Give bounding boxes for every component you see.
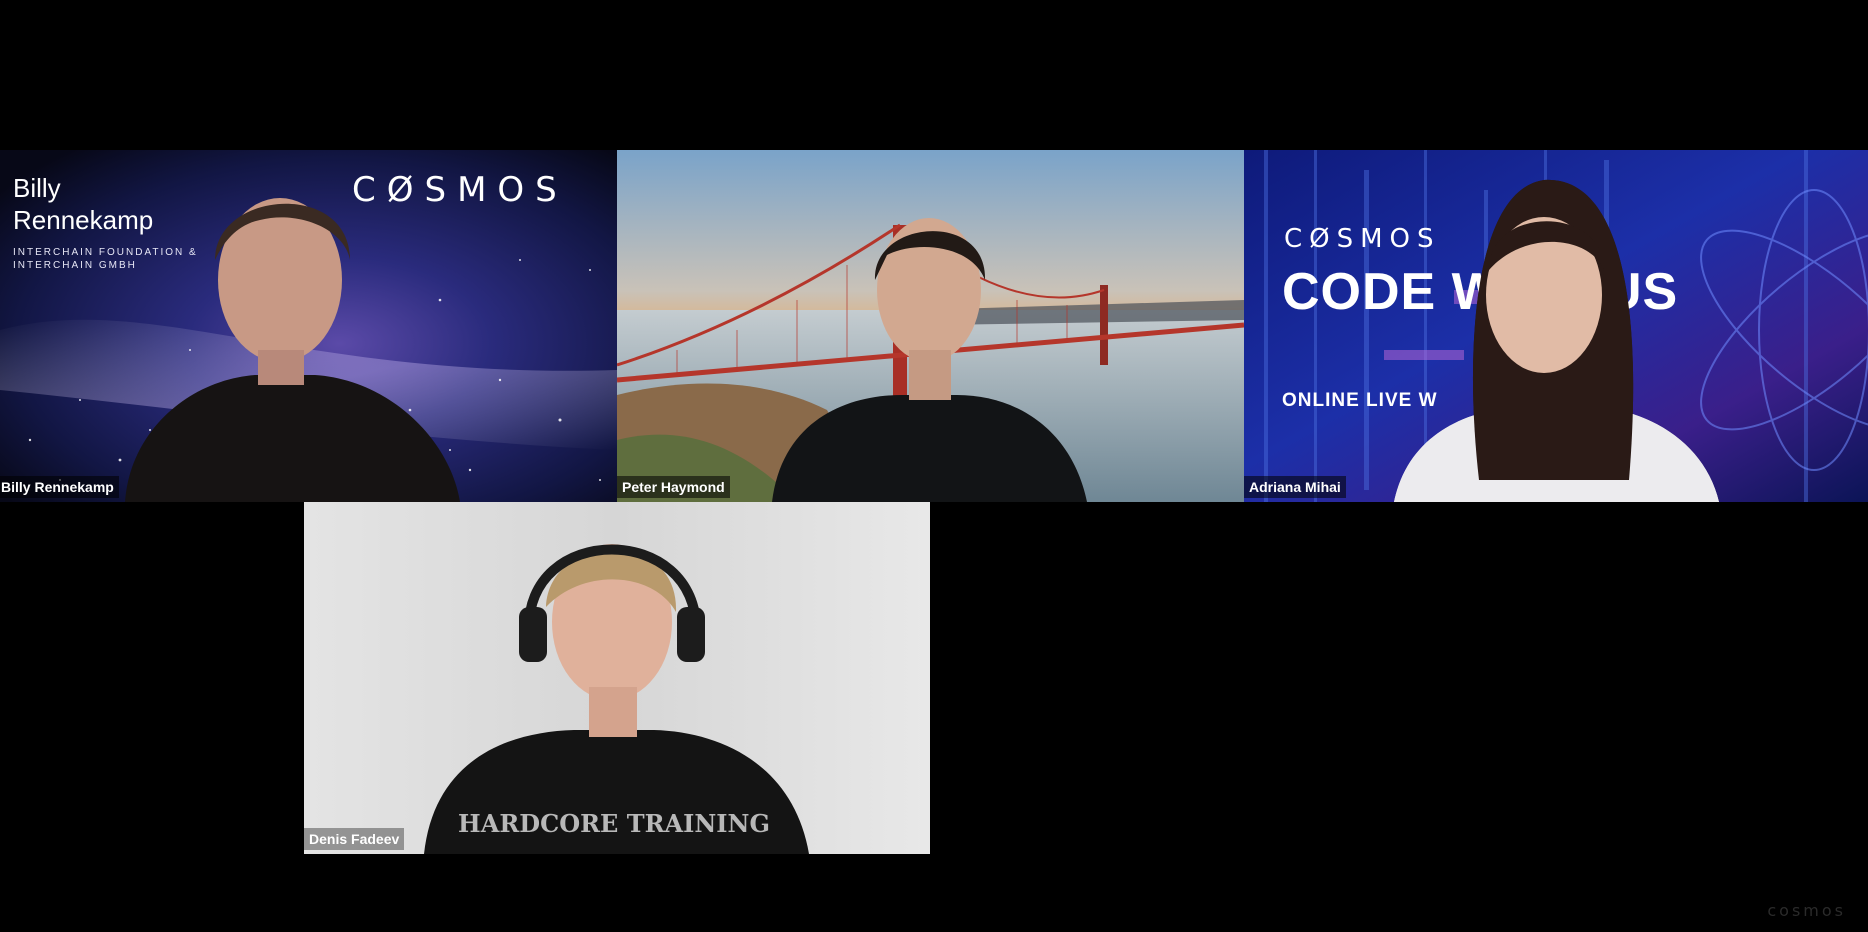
org-line-2: INTERCHAIN GMBH — [13, 260, 137, 271]
participant-tile-billy[interactable]: Billy Rennekamp INTERCHAIN FOUNDATION & … — [0, 150, 617, 502]
participant-name-tag: Billy Rennekamp — [0, 476, 119, 498]
background-subline: ONLINE LIVE W — [1282, 390, 1438, 411]
wall-background: HARDCORE TRAINING — [304, 502, 930, 854]
background-name-text: Billy Rennekamp — [13, 172, 153, 236]
svg-text:HARDCORE TRAINING: HARDCORE TRAINING — [458, 809, 770, 838]
cosmos-watermark: cosmos — [1767, 901, 1846, 920]
participant-name-tag: Peter Haymond — [617, 476, 730, 498]
name-line-first: Billy — [13, 173, 61, 203]
org-line-1: INTERCHAIN FOUNDATION & — [13, 247, 198, 258]
participant-name-tag: Denis Fadeev — [304, 828, 405, 850]
cosmos-logo-text: CØSMOS — [352, 170, 568, 210]
video-call-gallery: Billy Rennekamp INTERCHAIN FOUNDATION & … — [0, 0, 1868, 932]
background-org-text: INTERCHAIN FOUNDATION & INTERCHAIN GMBH — [13, 246, 233, 272]
bridge-sunset-background — [617, 150, 1244, 502]
participant-tile-denis[interactable]: HARDCORE TRAINING Denis Fadeev — [304, 502, 930, 854]
participant-name-tag: Adriana Mihai — [1244, 476, 1346, 498]
participant-tile-peter[interactable]: Peter Haymond — [617, 150, 1244, 502]
background-headline: CODE WITH US — [1282, 263, 1679, 321]
cosmos-logo-text: CØSMOS — [1284, 224, 1441, 254]
name-line-last: Rennekamp — [13, 205, 154, 235]
participant-tile-adriana[interactable]: CØSMOS CODE WITH US ONLINE LIVE W Adrian… — [1244, 150, 1868, 502]
code-background — [1244, 150, 1868, 502]
